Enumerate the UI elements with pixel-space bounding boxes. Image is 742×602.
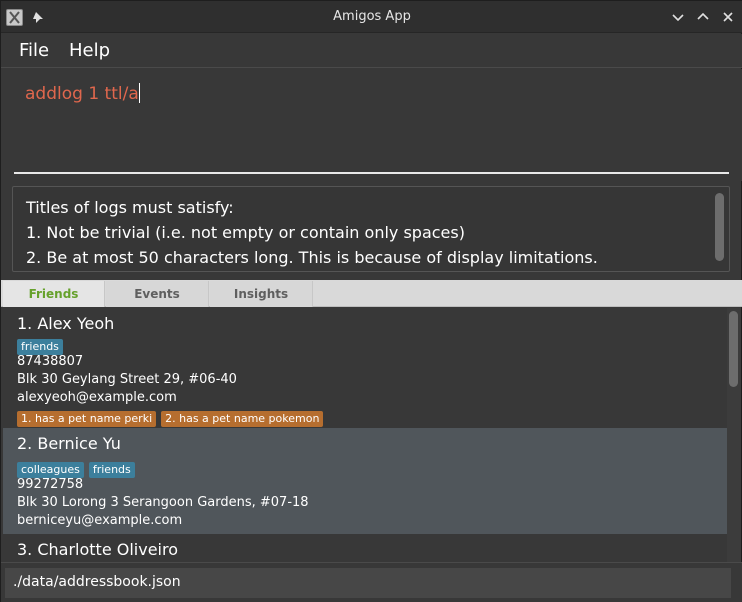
list-scrollbar[interactable] xyxy=(727,308,741,562)
result-line: 2. Be at most 50 characters long. This i… xyxy=(26,248,598,267)
data-file-path: ./data/addressbook.json xyxy=(13,574,181,590)
friend-name: 2. Bernice Yu xyxy=(17,434,121,453)
tag-badge: friends xyxy=(17,339,63,355)
tag-list: friends xyxy=(17,335,68,355)
tab-friends[interactable]: Friends xyxy=(3,281,105,307)
minimize-icon[interactable] xyxy=(669,8,687,26)
list-scrollbar-thumb[interactable] xyxy=(729,311,738,387)
title-bar: Amigos App xyxy=(1,1,742,33)
text-caret xyxy=(138,83,140,103)
friend-card[interactable]: 1. Alex Yeoh friends 87438807 Blk 30 Gey… xyxy=(3,308,727,428)
friend-address: Blk 30 Lorong 3 Serangoon Gardens, #07-1… xyxy=(17,495,309,510)
command-input[interactable]: addlog 1 ttl/a xyxy=(25,83,140,104)
result-scrollbar[interactable] xyxy=(715,193,724,261)
friend-phone: 99272758 xyxy=(17,477,84,492)
menu-file[interactable]: File xyxy=(19,34,49,68)
tab-events[interactable]: Events xyxy=(106,281,209,307)
friend-card[interactable]: 3. Charlotte Oliveiro xyxy=(3,534,727,562)
log-badge: 2. has a pet name pokemon xyxy=(161,411,324,427)
friend-name: 1. Alex Yeoh xyxy=(17,314,115,333)
friend-list: 1. Alex Yeoh friends 87438807 Blk 30 Gey… xyxy=(3,308,727,562)
friend-card-selected[interactable]: 2. Bernice Yu colleagues friends 99272758… xyxy=(3,428,727,534)
log-badge: 1. has a pet name perki xyxy=(17,411,157,427)
command-value: addlog 1 ttl/a xyxy=(25,84,139,104)
close-icon[interactable] xyxy=(719,8,737,26)
window-title: Amigos App xyxy=(333,9,411,24)
result-line: Titles of logs must satisfy: xyxy=(26,198,234,217)
log-list: 1. has a pet name perki 2. has a pet name… xyxy=(17,407,328,427)
menu-bar: File Help xyxy=(1,34,742,68)
tab-insights[interactable]: Insights xyxy=(210,281,313,307)
tag-list: colleagues friends xyxy=(17,458,140,478)
status-bar: ./data/addressbook.json xyxy=(1,562,742,602)
friend-address: Blk 30 Geylang Street 29, #06-40 xyxy=(17,372,237,387)
app-window: Amigos App File Help addlog 1 ttl/a Titl… xyxy=(0,0,742,602)
menu-help[interactable]: Help xyxy=(69,34,110,68)
tag-badge: colleagues xyxy=(17,462,84,478)
command-box[interactable]: addlog 1 ttl/a xyxy=(1,69,742,181)
friend-email: berniceyu@example.com xyxy=(17,513,183,528)
command-underline xyxy=(14,172,729,174)
tab-bar: Friends Events Insights xyxy=(1,280,742,307)
tag-badge: friends xyxy=(88,462,135,478)
result-display: Titles of logs must satisfy: 1. Not be t… xyxy=(12,186,730,272)
result-line: 1. Not be trivial (i.e. not empty or con… xyxy=(26,223,465,242)
friend-name: 3. Charlotte Oliveiro xyxy=(17,540,179,559)
friend-phone: 87438807 xyxy=(17,354,84,369)
friend-email: alexyeoh@example.com xyxy=(17,390,177,405)
maximize-icon[interactable] xyxy=(694,8,712,26)
status-field: ./data/addressbook.json xyxy=(5,568,731,598)
